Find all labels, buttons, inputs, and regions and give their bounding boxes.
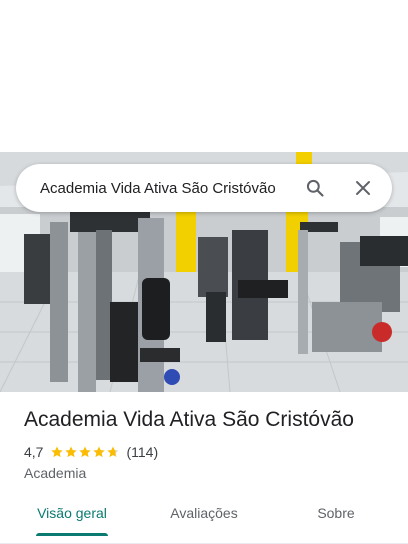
tab-label: Avaliações <box>170 505 238 521</box>
star-icon <box>65 446 78 458</box>
tab-reviews[interactable]: Avaliações <box>158 496 250 536</box>
place-tabs: Visão geral Avaliações Sobre <box>0 496 408 544</box>
tab-overview[interactable]: Visão geral <box>28 496 116 536</box>
tab-about[interactable]: Sobre <box>306 496 366 536</box>
rating-stars <box>50 445 120 459</box>
search-input[interactable]: Academia Vida Ativa São Cristóvão <box>16 180 302 197</box>
tab-label: Visão geral <box>37 505 107 521</box>
star-icon <box>93 446 106 458</box>
star-icon <box>107 446 120 458</box>
search-bar[interactable]: Academia Vida Ativa São Cristóvão <box>16 164 392 212</box>
rating-value: 4,7 <box>24 444 44 460</box>
search-icon <box>306 179 324 197</box>
search-button[interactable] <box>302 175 328 201</box>
tab-label: Sobre <box>317 505 355 521</box>
place-title: Academia Vida Ativa São Cristóvão <box>24 408 354 431</box>
active-tab-indicator <box>36 533 108 536</box>
place-category: Academia <box>24 465 87 481</box>
place-page: Academia Vida Ativa São Cristóvão Academ… <box>0 0 408 544</box>
star-icon <box>79 446 92 458</box>
star-icon <box>51 446 64 458</box>
close-icon <box>356 181 370 195</box>
rating-row[interactable]: 4,7 (114) <box>24 444 158 460</box>
review-count[interactable]: (114) <box>126 444 158 460</box>
close-button[interactable] <box>350 175 376 201</box>
